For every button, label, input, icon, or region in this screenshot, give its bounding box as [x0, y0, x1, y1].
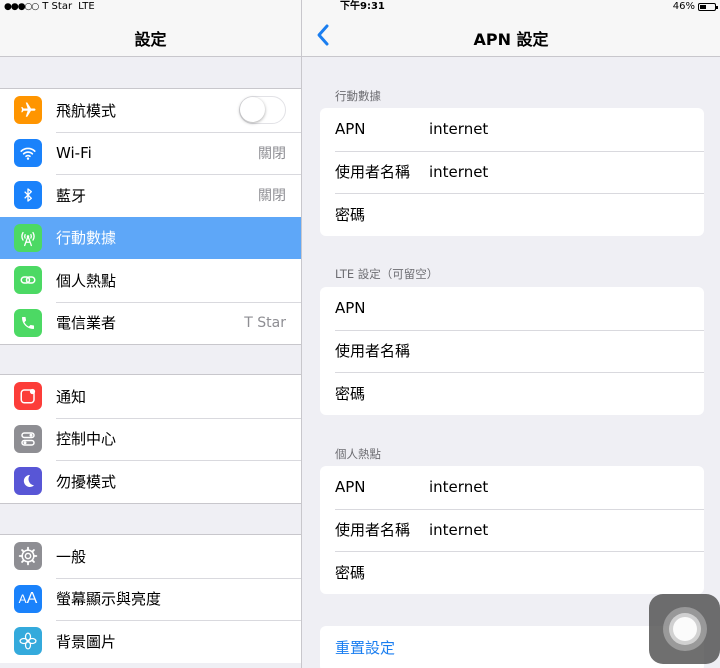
apn-row: APN	[320, 466, 704, 509]
hotspot-password-input[interactable]	[429, 557, 689, 588]
sidebar-item-label: 藍牙	[56, 186, 87, 205]
battery-fill	[700, 5, 707, 9]
sidebar-item-wallpaper[interactable]: 背景圖片	[0, 620, 301, 663]
sidebar-item-airplane-mode[interactable]: 飛航模式	[0, 89, 301, 132]
hotspot-apn-input[interactable]	[429, 472, 689, 503]
sidebar-item-control-center[interactable]: 控制中心	[0, 417, 301, 461]
sidebar-item-label: 行動數據	[56, 229, 117, 248]
settings-group-connectivity: 飛航模式 Wi-Fi 關閉 藍牙 關閉 行動數據 個人熱點 電信業者 T Sta…	[0, 88, 301, 345]
carrier-name: T Star	[42, 1, 73, 12]
apn-label: APN	[335, 478, 366, 497]
section-header-lte: LTE 設定（可留空）	[335, 267, 439, 281]
reset-settings-button[interactable]: 重置設定	[335, 637, 395, 658]
lte-username-input[interactable]	[429, 335, 689, 366]
sidebar-item-label: Wi-Fi	[56, 143, 92, 162]
airplane-icon	[14, 96, 42, 125]
password-label: 密碼	[335, 205, 366, 224]
sidebar-item-carrier[interactable]: 電信業者 T Star	[0, 301, 301, 345]
lte-password-input[interactable]	[429, 378, 689, 409]
status-bar-left: ●●●○○ T Star LTE	[4, 0, 95, 14]
split-view-divider	[301, 0, 302, 668]
network-type: LTE	[78, 1, 95, 12]
cellular-password-input[interactable]	[429, 199, 689, 230]
wallpaper-icon	[14, 627, 42, 656]
wifi-status-value: 關閉	[258, 145, 286, 162]
sidebar-item-personal-hotspot[interactable]: 個人熱點	[0, 259, 301, 302]
password-label: 密碼	[335, 384, 366, 403]
sidebar-item-wifi[interactable]: Wi-Fi 關閉	[0, 131, 301, 175]
sidebar-item-label: 電信業者	[56, 314, 117, 333]
control-center-icon	[14, 424, 42, 453]
sidebar-item-label: 飛航模式	[56, 101, 117, 120]
sidebar-item-label: 背景圖片	[56, 632, 117, 651]
section-header-hotspot: 個人熱點	[335, 447, 381, 461]
sidebar-item-bluetooth[interactable]: 藍牙 關閉	[0, 174, 301, 217]
detail-title: APN 設定	[473, 30, 549, 49]
settings-group-general: 一般 AA 螢幕顯示與亮度 背景圖片	[0, 534, 301, 663]
signal-strength: ●●●○○	[4, 2, 39, 12]
apn-row: APN	[320, 287, 704, 330]
section-personal-hotspot: APN 使用者名稱 密碼	[320, 466, 704, 594]
airplane-mode-toggle[interactable]	[239, 96, 286, 125]
cellular-icon	[14, 223, 42, 252]
settings-group-notifications: 通知 控制中心 勿擾模式	[0, 374, 301, 504]
sidebar-item-label: 通知	[56, 387, 87, 406]
username-row: 使用者名稱	[320, 508, 704, 552]
sidebar-item-label: 控制中心	[56, 430, 117, 449]
battery-icon	[698, 3, 718, 11]
username-label: 使用者名稱	[335, 521, 411, 540]
apn-label: APN	[335, 299, 366, 318]
sidebar-item-cellular[interactable]: 行動數據	[0, 216, 301, 259]
sidebar-item-label: 螢幕顯示與亮度	[56, 590, 162, 609]
sidebar-item-do-not-disturb[interactable]: 勿擾模式	[0, 460, 301, 503]
apn-label: APN	[335, 120, 366, 139]
apn-row: APN	[320, 108, 704, 151]
username-row: 使用者名稱	[320, 150, 704, 194]
section-lte-settings: APN 使用者名稱 密碼	[320, 287, 704, 415]
status-bar-right: 46%	[672, 0, 718, 14]
sidebar-item-label: 一般	[56, 547, 87, 566]
password-row: 密碼	[320, 193, 704, 236]
gear-icon	[14, 542, 42, 571]
username-label: 使用者名稱	[335, 342, 411, 361]
bluetooth-icon	[14, 181, 42, 210]
section-cellular-data: APN 使用者名稱 密碼	[320, 108, 704, 236]
assistive-touch-dot	[673, 617, 697, 641]
username-row: 使用者名稱	[320, 329, 704, 373]
hotspot-icon	[14, 266, 42, 295]
settings-sidebar: 設定 飛航模式 Wi-Fi 關閉 藍牙 關閉 行動數據 個人熱點 電信業者 T …	[0, 0, 301, 668]
wifi-icon	[14, 138, 42, 167]
toggle-knob	[240, 97, 265, 123]
notifications-icon	[14, 382, 42, 411]
moon-icon	[14, 467, 42, 496]
sidebar-title: 設定	[134, 30, 167, 49]
sidebar-item-notifications[interactable]: 通知	[0, 375, 301, 418]
password-label: 密碼	[335, 563, 366, 582]
apn-settings-pane: APN 設定 行動數據 APN 使用者名稱 密碼 LTE 設定（可留空） APN…	[302, 0, 720, 668]
cellular-username-input[interactable]	[429, 156, 689, 187]
sidebar-item-general[interactable]: 一般	[0, 535, 301, 578]
display-icon: AA	[14, 584, 42, 613]
reset-settings-card: 重置設定	[320, 626, 704, 668]
carrier-value: T Star	[244, 314, 286, 331]
bluetooth-status-value: 關閉	[258, 188, 286, 205]
hotspot-username-input[interactable]	[429, 514, 689, 545]
section-header-cellular-data: 行動數據	[335, 89, 381, 103]
sidebar-item-display-brightness[interactable]: AA 螢幕顯示與亮度	[0, 577, 301, 621]
password-row: 密碼	[320, 551, 704, 594]
status-bar: ●●●○○ T Star LTE 下午9:31 46%	[0, 0, 720, 14]
username-label: 使用者名稱	[335, 163, 411, 182]
lte-apn-input[interactable]	[429, 293, 689, 324]
phone-icon	[14, 308, 42, 337]
battery-percent: 46%	[672, 1, 695, 12]
sidebar-item-label: 勿擾模式	[56, 472, 117, 491]
assistive-touch-button[interactable]	[649, 594, 720, 664]
password-row: 密碼	[320, 372, 704, 415]
sidebar-item-label: 個人熱點	[56, 271, 117, 290]
reset-row: 重置設定	[320, 626, 704, 668]
clock: 下午9:31	[340, 1, 385, 12]
cellular-apn-input[interactable]	[429, 114, 689, 145]
